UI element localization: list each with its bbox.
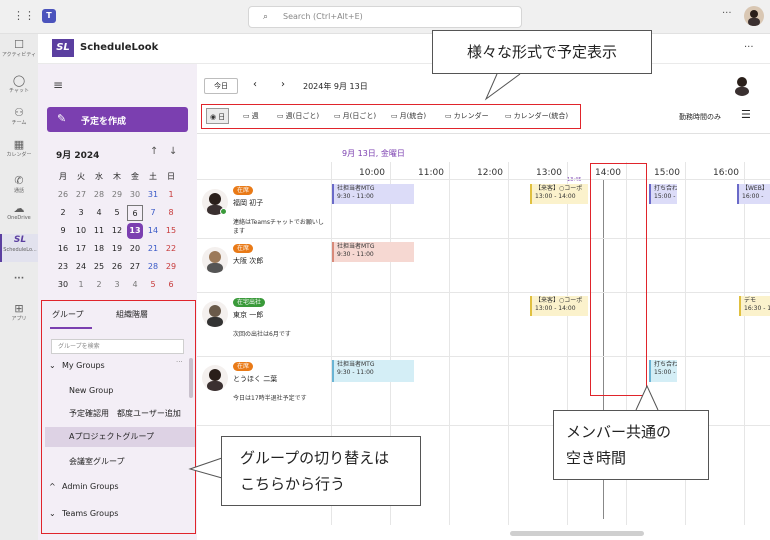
callout-groups-line2: こちらから行う (240, 475, 346, 493)
callout-free-time-line2: 空き時間 (566, 449, 627, 467)
callout-groups-line1: グループの切り替えは (240, 449, 390, 467)
callout-free-time-line1: メンバー共通の (566, 423, 672, 441)
app-window: ⋮⋮ T ⌕ Search (Ctrl+Alt+E) ··· ☐ アクティビティ ◯… (0, 0, 770, 540)
callout-free-time: メンバー共通の 空き時間 (553, 410, 709, 480)
callout-groups: グループの切り替えは こちらから行う (221, 436, 421, 506)
